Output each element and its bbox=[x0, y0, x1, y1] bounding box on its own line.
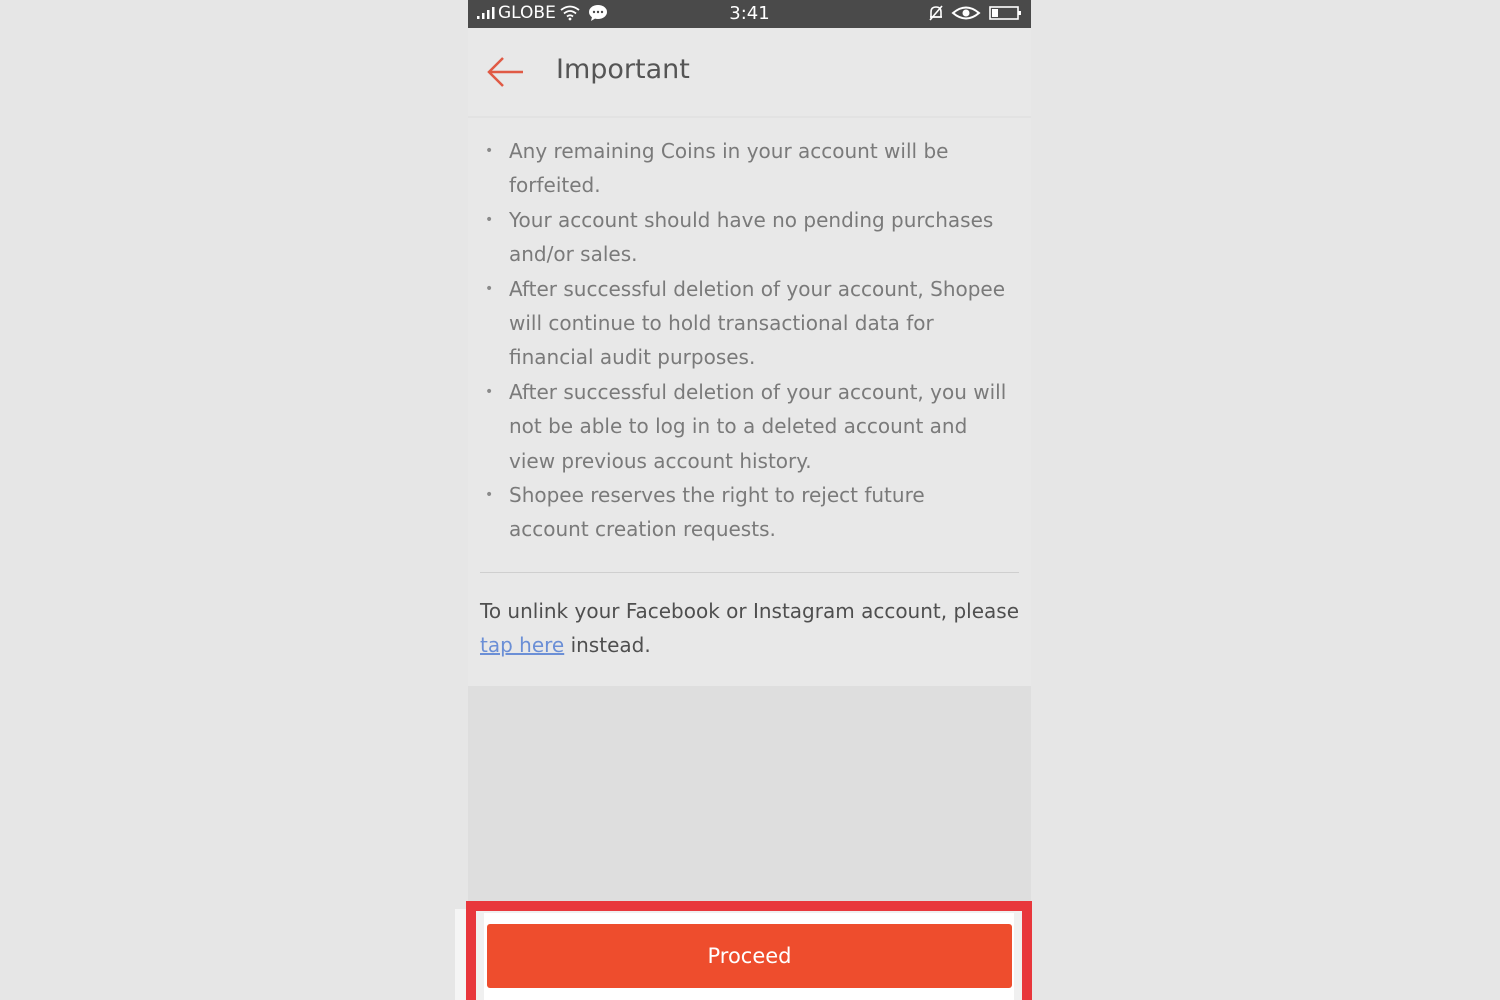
list-item-text: After successful deletion of your accoun… bbox=[509, 379, 1007, 473]
bullet-dot-icon: • bbox=[485, 143, 494, 159]
bullet-dot-icon: • bbox=[485, 487, 494, 504]
important-notice-list: • Any remaining Coins in your account wi… bbox=[480, 134, 1010, 547]
list-item-text: Shopee reserves the right to reject futu… bbox=[509, 483, 925, 542]
content-area: • Any remaining Coins in your account wi… bbox=[468, 118, 1031, 686]
status-right bbox=[927, 4, 1023, 22]
status-bar: GLOBE 3:41 bbox=[468, 0, 1031, 28]
list-item-text: After successful deletion of your accoun… bbox=[509, 276, 1006, 370]
list-item: • Your account should have no pending pu… bbox=[480, 203, 1010, 272]
bullet-dot-icon: • bbox=[485, 280, 494, 297]
back-button[interactable] bbox=[486, 54, 526, 90]
list-item: • Any remaining Coins in your account wi… bbox=[480, 134, 1010, 203]
phone-screen: GLOBE 3:41 Important • Any remaining Coi… bbox=[468, 0, 1031, 1000]
list-item: • Shopee reserves the right to reject fu… bbox=[480, 478, 1010, 547]
empty-area bbox=[468, 686, 1031, 901]
battery-icon bbox=[989, 6, 1021, 20]
unlink-prefix: To unlink your Facebook or Instagram acc… bbox=[480, 599, 1020, 623]
page-title: Important bbox=[556, 54, 690, 85]
proceed-button[interactable]: Proceed bbox=[487, 924, 1012, 988]
list-item-text: Any remaining Coins in your account will… bbox=[509, 139, 949, 198]
unlink-suffix: instead. bbox=[570, 633, 651, 658]
list-item: • After successful deletion of your acco… bbox=[480, 272, 1010, 375]
page-header: Important bbox=[468, 28, 1031, 118]
divider bbox=[480, 572, 1019, 573]
bullet-dot-icon: • bbox=[485, 383, 494, 400]
list-item: • After successful deletion of your acco… bbox=[480, 375, 1010, 478]
list-item-text: Your account should have no pending purc… bbox=[509, 207, 994, 267]
tap-here-link[interactable]: tap here bbox=[480, 633, 564, 657]
unlink-instructions: To unlink your Facebook or Instagram acc… bbox=[480, 594, 1020, 663]
back-arrow-icon bbox=[487, 57, 523, 87]
muted-bell-icon bbox=[929, 5, 943, 21]
eye-icon bbox=[951, 6, 981, 20]
bullet-dot-icon: • bbox=[485, 211, 494, 228]
